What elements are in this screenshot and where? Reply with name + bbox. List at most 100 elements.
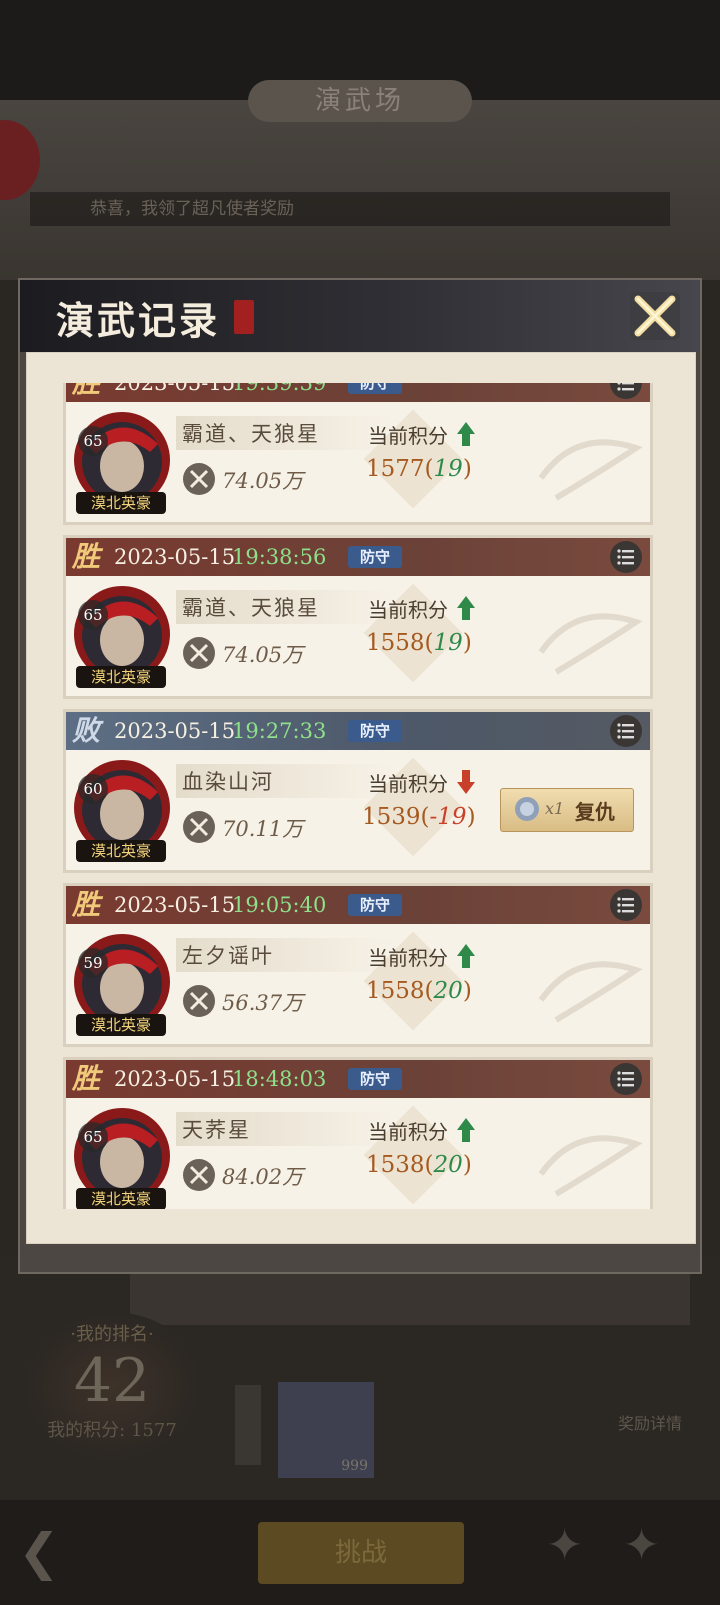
result-badge: 胜 bbox=[72, 888, 101, 921]
list-detail-icon[interactable] bbox=[610, 1063, 642, 1095]
player-avatar[interactable]: 漠北英豪 bbox=[70, 406, 176, 516]
crossed-swords-icon bbox=[183, 1159, 215, 1191]
svg-text:漠北英豪: 漠北英豪 bbox=[91, 1016, 151, 1034]
ink-watermark bbox=[538, 613, 643, 675]
score-delta: 20 bbox=[433, 978, 463, 1004]
current-score: 1558(20) bbox=[366, 978, 472, 1004]
player-level: 65 bbox=[78, 426, 108, 456]
record-time: 19:38:56 bbox=[232, 545, 327, 569]
arena-title: 演武场 bbox=[248, 80, 472, 122]
player-name: 霸道、天狼星 bbox=[182, 596, 320, 620]
my-rank-panel: ·我的排名· 42 我的积分: 1577 bbox=[22, 1312, 202, 1462]
rank-value: 42 bbox=[73, 1346, 151, 1416]
player-level: 59 bbox=[78, 948, 108, 978]
record-time: 19:27:33 bbox=[232, 719, 327, 743]
record-time: 19:05:40 bbox=[232, 893, 327, 917]
player-avatar[interactable]: 漠北英豪 bbox=[70, 928, 176, 1038]
score-delta: 20 bbox=[433, 1152, 463, 1178]
player-level: 60 bbox=[78, 774, 108, 804]
close-x-icon[interactable] bbox=[628, 290, 682, 342]
crossed-swords-icon bbox=[183, 637, 215, 669]
player-avatar[interactable]: 漠北英豪 bbox=[70, 1102, 176, 1209]
combat-power: 84.02万 bbox=[222, 1165, 304, 1189]
my-score: 我的积分: 1577 bbox=[47, 1420, 177, 1441]
current-score: 1577(19) bbox=[366, 456, 472, 482]
challenge-button: 挑战 bbox=[258, 1522, 464, 1584]
combat-power: 56.37万 bbox=[222, 991, 304, 1015]
battle-record-modal: 演武记录 胜 2023-05-15 19:39:39 防守 bbox=[18, 278, 702, 1274]
list-detail-icon[interactable] bbox=[610, 541, 642, 573]
crossed-swords-icon bbox=[183, 811, 215, 843]
ink-watermark bbox=[538, 961, 643, 1023]
score-label: 当前积分 bbox=[368, 946, 448, 970]
trend-up-icon bbox=[457, 1118, 475, 1142]
record-header: 胜 2023-05-15 19:38:56 防守 bbox=[66, 538, 650, 576]
score-label: 当前积分 bbox=[368, 424, 448, 448]
record-time: 18:48:03 bbox=[232, 1067, 327, 1091]
defense-tag: 防守 bbox=[348, 1068, 402, 1090]
current-score: 1558(19) bbox=[366, 630, 472, 656]
list-detail-icon[interactable] bbox=[610, 889, 642, 921]
crossed-swords-icon bbox=[183, 985, 215, 1017]
announcement-banner: 恭喜，我领了超凡使者奖励 bbox=[30, 192, 670, 226]
player-name: 天荞星 bbox=[182, 1118, 251, 1142]
list-detail-icon[interactable] bbox=[610, 383, 642, 399]
back-icon: ❮ bbox=[18, 1523, 60, 1581]
player-level: 65 bbox=[78, 1122, 108, 1152]
record-header: 败 2023-05-15 19:27:33 防守 bbox=[66, 712, 650, 750]
revenge-count: x1 bbox=[545, 799, 565, 818]
ink-watermark bbox=[538, 439, 643, 501]
score-delta: 19 bbox=[433, 630, 463, 656]
modal-title: 演武记录 bbox=[56, 298, 221, 343]
record-date: 2023-05-15 bbox=[114, 719, 236, 743]
result-badge: 败 bbox=[72, 714, 101, 747]
record-date: 2023-05-15 bbox=[114, 383, 236, 395]
score-label: 当前积分 bbox=[368, 598, 448, 622]
record-time: 19:39:39 bbox=[232, 383, 327, 395]
current-score: 1539(-19) bbox=[362, 804, 476, 830]
result-badge: 胜 bbox=[72, 1062, 101, 1095]
record-date: 2023-05-15 bbox=[114, 893, 236, 917]
score-delta: 19 bbox=[433, 456, 463, 482]
token-icon bbox=[515, 797, 539, 821]
combat-power: 74.05万 bbox=[222, 469, 304, 493]
svg-text:漠北英豪: 漠北英豪 bbox=[91, 494, 151, 512]
player-avatar[interactable]: 漠北英豪 bbox=[70, 754, 176, 864]
side-tab bbox=[235, 1385, 261, 1465]
trend-up-icon bbox=[457, 422, 475, 446]
player-level: 65 bbox=[78, 600, 108, 630]
revenge-label: 复仇 bbox=[575, 800, 615, 824]
score-delta: -19 bbox=[429, 804, 467, 830]
item-slot: 999 bbox=[278, 1382, 374, 1478]
record-card: 胜 2023-05-15 19:39:39 防守 漠北英豪 65 霸道、天狼星 bbox=[63, 383, 653, 525]
defense-tag: 防守 bbox=[348, 720, 402, 742]
defense-tag: 防守 bbox=[348, 383, 402, 394]
defense-tag: 防守 bbox=[348, 894, 402, 916]
reward-details: 奖励详情 bbox=[617, 1414, 682, 1433]
trend-down-icon bbox=[457, 770, 475, 794]
score-label: 当前积分 bbox=[368, 772, 448, 796]
record-header: 胜 2023-05-15 18:48:03 防守 bbox=[66, 1060, 650, 1098]
player-name: 血染山河 bbox=[182, 770, 274, 794]
background-scene bbox=[0, 100, 720, 280]
player-name: 左夕谣叶 bbox=[182, 944, 274, 968]
result-badge: 胜 bbox=[72, 383, 100, 402]
record-header: 胜 2023-05-15 19:39:39 防守 bbox=[66, 383, 650, 402]
item-count: 999 bbox=[341, 1458, 368, 1474]
list-detail-icon[interactable] bbox=[610, 715, 642, 747]
bottom-right-icons: ✦✦ bbox=[546, 1520, 700, 1571]
revenge-button[interactable]: x1 复仇 bbox=[500, 788, 634, 832]
record-date: 2023-05-15 bbox=[114, 545, 236, 569]
modal-header: 演武记录 bbox=[20, 280, 700, 352]
svg-text:漠北英豪: 漠北英豪 bbox=[91, 1190, 151, 1208]
record-list[interactable]: 胜 2023-05-15 19:39:39 防守 漠北英豪 65 霸道、天狼星 bbox=[63, 383, 653, 1209]
record-date: 2023-05-15 bbox=[114, 1067, 236, 1091]
player-avatar[interactable]: 漠北英豪 bbox=[70, 580, 176, 690]
trend-up-icon bbox=[457, 944, 475, 968]
crossed-swords-icon bbox=[183, 463, 215, 495]
record-card: 胜 2023-05-15 18:48:03 防守 漠北英豪 65 天荞星 84.… bbox=[63, 1057, 653, 1209]
defense-tag: 防守 bbox=[348, 546, 402, 568]
record-card: 胜 2023-05-15 19:38:56 防守 漠北英豪 65 霸道、天狼星 bbox=[63, 535, 653, 699]
modal-body: 胜 2023-05-15 19:39:39 防守 漠北英豪 65 霸道、天狼星 bbox=[26, 352, 696, 1244]
combat-power: 70.11万 bbox=[222, 817, 304, 841]
